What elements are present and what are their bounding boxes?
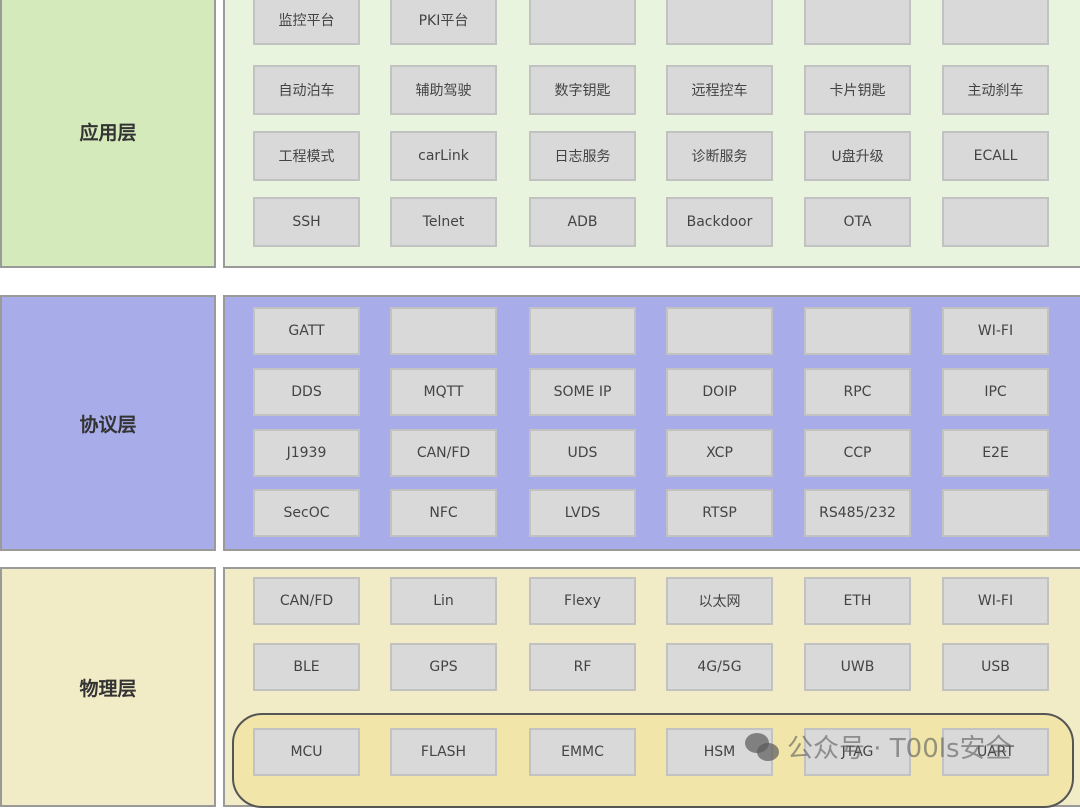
component-box: SOME IP: [529, 368, 636, 416]
empty-box: [942, 197, 1049, 247]
component-box: Lin: [390, 577, 497, 625]
empty-box: [529, 307, 636, 355]
empty-box: [390, 307, 497, 355]
component-box: SSH: [253, 197, 360, 247]
component-box: 自动泊车: [253, 65, 360, 115]
component-box: Flexy: [529, 577, 636, 625]
component-box: Backdoor: [666, 197, 773, 247]
component-box: 以太网: [666, 577, 773, 625]
component-box: UWB: [804, 643, 911, 691]
empty-box: [529, 0, 636, 45]
component-box: BLE: [253, 643, 360, 691]
component-box: 数字钥匙: [529, 65, 636, 115]
component-box: 日志服务: [529, 131, 636, 181]
component-box: IPC: [942, 368, 1049, 416]
component-box: MQTT: [390, 368, 497, 416]
component-box: 监控平台: [253, 0, 360, 45]
component-box: MCU: [253, 728, 360, 776]
component-box: UDS: [529, 429, 636, 477]
empty-box: [942, 489, 1049, 537]
component-box: GATT: [253, 307, 360, 355]
component-box: JTAG: [804, 728, 911, 776]
component-box: GPS: [390, 643, 497, 691]
component-box: SecOC: [253, 489, 360, 537]
component-box: CAN/FD: [253, 577, 360, 625]
empty-box: [804, 307, 911, 355]
component-box: EMMC: [529, 728, 636, 776]
component-box: HSM: [666, 728, 773, 776]
component-box: 4G/5G: [666, 643, 773, 691]
component-box: 工程模式: [253, 131, 360, 181]
component-box: NFC: [390, 489, 497, 537]
component-box: E2E: [942, 429, 1049, 477]
application-layer-label: 应用层: [0, 0, 216, 268]
component-box: J1939: [253, 429, 360, 477]
empty-box: [666, 307, 773, 355]
component-box: DDS: [253, 368, 360, 416]
component-box: 辅助驾驶: [390, 65, 497, 115]
component-box: 主动刹车: [942, 65, 1049, 115]
component-box: CAN/FD: [390, 429, 497, 477]
component-box: RTSP: [666, 489, 773, 537]
component-box: XCP: [666, 429, 773, 477]
protocol-layer-label: 协议层: [0, 295, 216, 551]
component-box: LVDS: [529, 489, 636, 537]
component-box: 卡片钥匙: [804, 65, 911, 115]
empty-box: [942, 0, 1049, 45]
component-box: OTA: [804, 197, 911, 247]
component-box: USB: [942, 643, 1049, 691]
component-box: CCP: [804, 429, 911, 477]
component-box: ECALL: [942, 131, 1049, 181]
component-box: RF: [529, 643, 636, 691]
component-box: 诊断服务: [666, 131, 773, 181]
empty-box: [666, 0, 773, 45]
component-box: ADB: [529, 197, 636, 247]
component-box: WI-FI: [942, 307, 1049, 355]
component-box: WI-FI: [942, 577, 1049, 625]
component-box: U盘升级: [804, 131, 911, 181]
component-box: carLink: [390, 131, 497, 181]
component-box: PKI平台: [390, 0, 497, 45]
component-box: 远程控车: [666, 65, 773, 115]
component-box: FLASH: [390, 728, 497, 776]
component-box: UART: [942, 728, 1049, 776]
component-box: ETH: [804, 577, 911, 625]
component-box: RPC: [804, 368, 911, 416]
component-box: DOIP: [666, 368, 773, 416]
physical-layer-label: 物理层: [0, 567, 216, 807]
component-box: RS485/232: [804, 489, 911, 537]
empty-box: [804, 0, 911, 45]
component-box: Telnet: [390, 197, 497, 247]
